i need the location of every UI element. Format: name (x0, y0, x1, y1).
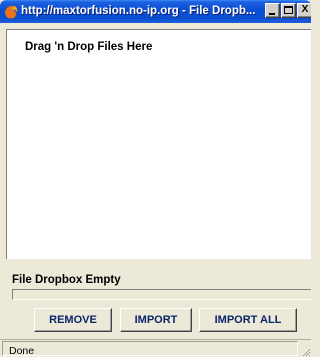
file-drop-zone[interactable]: Drag 'n Drop Files Here (6, 29, 311, 259)
upload-progress-bar (12, 289, 311, 300)
dropbox-status-text: File Dropbox Empty (12, 274, 121, 286)
window-titlebar[interactable]: http://maxtorfusion.no-ip.org - File Dro… (0, 0, 311, 23)
window-title: http://maxtorfusion.no-ip.org - File Dro… (21, 5, 256, 17)
remove-button[interactable]: REMOVE (34, 308, 112, 332)
drop-zone-label: Drag 'n Drop Files Here (25, 41, 153, 53)
minimize-icon (269, 13, 275, 15)
browser-statusbar: Done (0, 339, 311, 357)
import-button[interactable]: IMPORT (120, 308, 192, 332)
import-all-button[interactable]: IMPORT ALL (199, 308, 297, 332)
minimize-button[interactable] (265, 3, 280, 18)
maximize-icon (284, 6, 293, 14)
close-icon: X (301, 4, 309, 15)
firefox-icon[interactable] (3, 4, 19, 20)
maximize-button[interactable] (281, 3, 296, 18)
resize-grip-icon[interactable] (299, 344, 311, 357)
statusbar-text: Done (9, 345, 35, 357)
close-button[interactable]: X (297, 3, 311, 18)
statusbar-pane: Done (2, 341, 298, 357)
